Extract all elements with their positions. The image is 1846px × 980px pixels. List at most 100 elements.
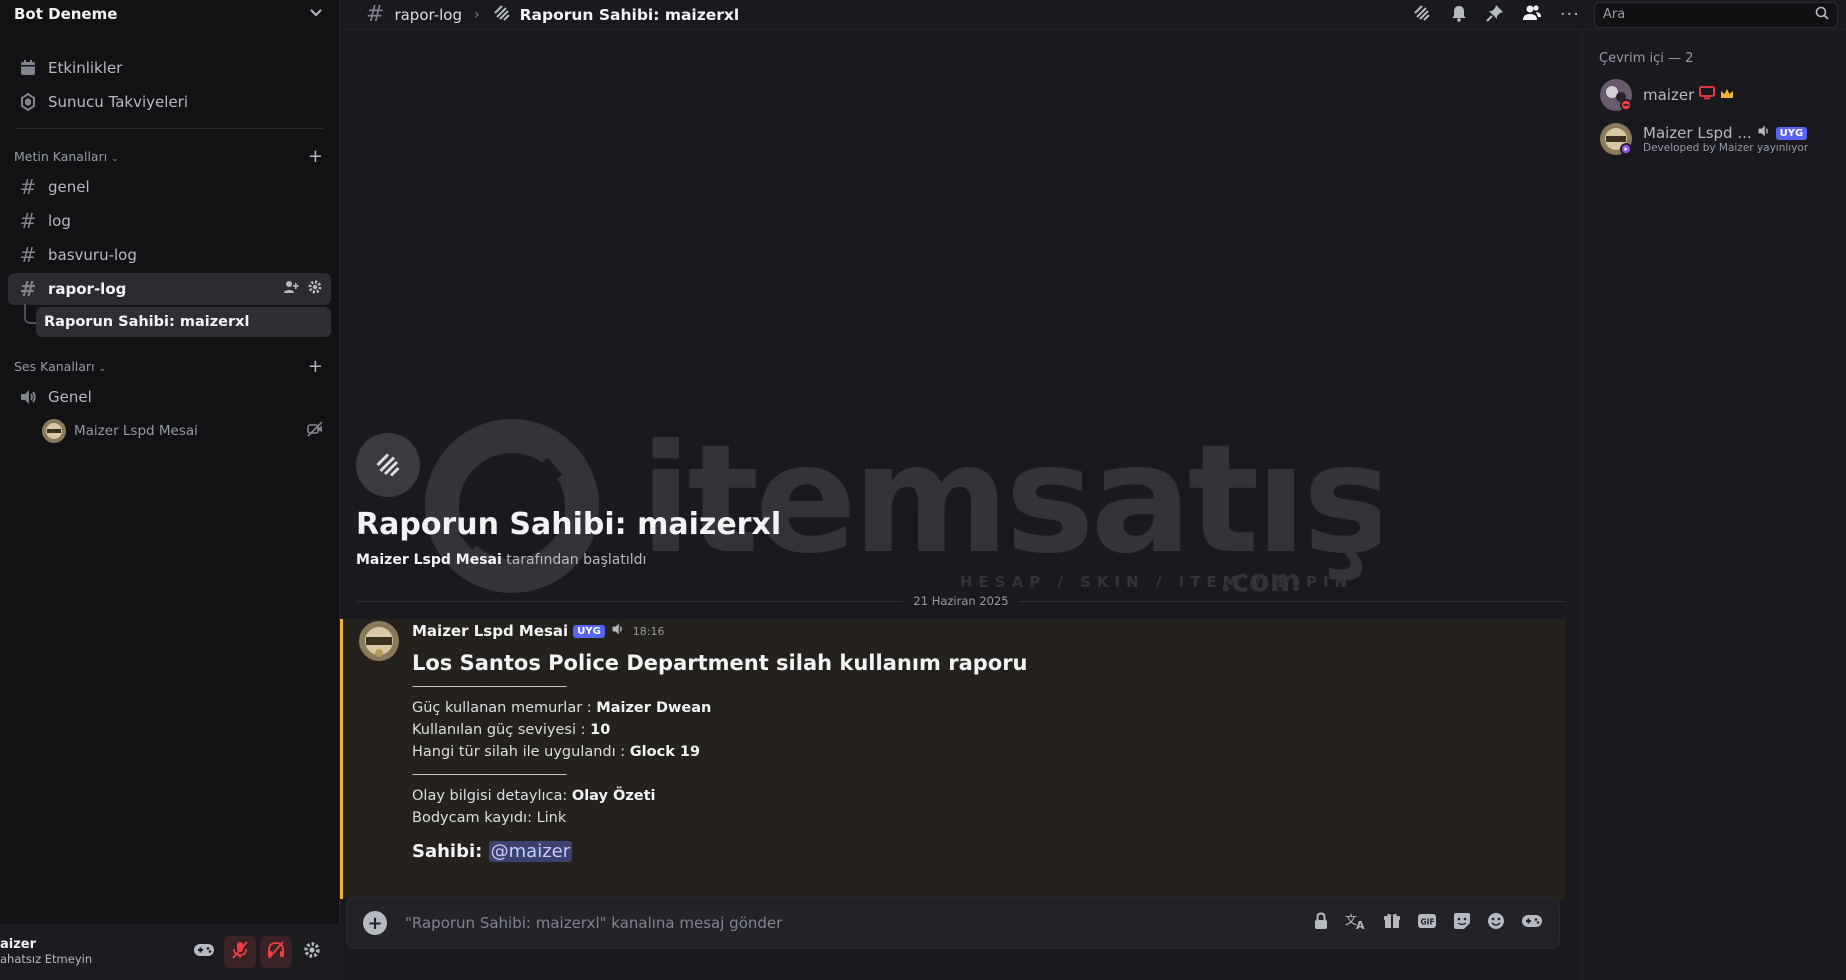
member-item[interactable]: Maizer Lspd ... UYG Developed by Maizer …: [1599, 118, 1830, 160]
hash-icon: #: [19, 209, 37, 233]
hash-icon: #: [366, 2, 385, 27]
bell-icon[interactable]: [1450, 4, 1468, 26]
gift-icon[interactable]: [1383, 912, 1401, 934]
message-row: Olay bilgisi detaylıca: Olay Özeti: [412, 785, 1550, 807]
composer-toolbar: 文A GIF: [1313, 912, 1543, 934]
channel-basvuru-log[interactable]: # basvuru-log: [8, 239, 331, 271]
message-composer: + 文A GIF: [346, 897, 1560, 949]
voice-user-item[interactable]: Maizer Lspd Mesai: [40, 415, 331, 447]
channel-label: genel: [48, 178, 90, 196]
activities-button[interactable]: [188, 936, 220, 968]
message-rule: ——————————————: [412, 679, 567, 693]
message-rule: ——————————————: [412, 767, 567, 781]
add-channel-icon[interactable]: +: [308, 146, 323, 167]
hash-icon: #: [19, 277, 37, 301]
user-status: ahatsız Etmeyin: [0, 952, 93, 966]
app-badge: UYG: [573, 624, 605, 638]
gif-label: GIF: [1421, 918, 1435, 927]
thread-connector: [24, 304, 36, 324]
server-name: Bot Deneme: [14, 5, 118, 23]
gif-icon[interactable]: GIF: [1417, 912, 1437, 934]
threads-icon[interactable]: [1412, 3, 1432, 27]
pin-icon[interactable]: [1486, 4, 1504, 26]
thread-icon: [492, 3, 512, 27]
message-item[interactable]: Maizer Lspd Mesai UYG 18:16 Los Santos P…: [340, 619, 1566, 899]
row-label: Güç kullanan memurlar :: [412, 700, 597, 716]
user-info[interactable]: aizer ahatsız Etmeyin: [0, 937, 184, 967]
calendar-icon: [16, 59, 40, 77]
translate-icon[interactable]: 文A: [1345, 912, 1367, 934]
thread-icon: [356, 433, 420, 497]
emoji-icon[interactable]: [1487, 912, 1505, 934]
row-value: 10: [590, 722, 611, 738]
gamepad-icon[interactable]: [1521, 913, 1543, 933]
row-label: Hangi tür silah ile uygulandı :: [412, 744, 630, 760]
sticker-icon[interactable]: [1453, 912, 1471, 934]
thread-item-raporun-sahibi[interactable]: Raporun Sahibi: maizerxl: [36, 307, 331, 337]
row-value: Olay Özeti: [571, 788, 656, 804]
speaker-icon: [16, 388, 40, 406]
lock-icon[interactable]: [1313, 912, 1329, 934]
member-list: Çevrim içi — 2 maizer Maizer Lspd ... UY…: [1582, 31, 1846, 980]
user-mention[interactable]: @maizer: [488, 841, 573, 862]
avatar: [1599, 122, 1633, 156]
category-voice-channels[interactable]: Ses Kanalları ⌄ +: [8, 353, 331, 379]
thread-started-by: Maizer Lspd Mesai tarafından başlatıldı: [356, 552, 781, 568]
message-owner: Sahibi: @maizer: [412, 841, 1550, 862]
chevron-down-icon: ⌄: [111, 153, 119, 164]
sidebar-item-boosts[interactable]: Sunucu Takviyeleri: [8, 86, 331, 118]
search-input[interactable]: [1603, 7, 1815, 22]
category-label: Metin Kanalları: [14, 148, 108, 164]
channel-genel[interactable]: # genel: [8, 171, 331, 203]
undeafen-button[interactable]: [260, 936, 292, 968]
member-group-header: Çevrim içi — 2: [1599, 51, 1694, 66]
row-value: Maizer Dwean: [596, 700, 712, 716]
gamepad-icon: [193, 942, 215, 962]
channel-label: basvuru-log: [48, 246, 137, 264]
owner-label: Sahibi:: [412, 841, 483, 862]
search-box[interactable]: [1594, 1, 1838, 28]
date-separator: 21 Haziran 2025: [356, 594, 1567, 608]
breadcrumb-separator: ›: [473, 6, 480, 23]
category-label: Ses Kanalları: [14, 358, 95, 374]
channel-rapor-log[interactable]: # rapor-log: [8, 273, 331, 305]
message-author[interactable]: Maizer Lspd Mesai: [412, 622, 568, 640]
user-settings-button[interactable]: [296, 936, 328, 968]
speaker-icon: [611, 622, 625, 640]
screen-share-icon: [1699, 86, 1716, 104]
message-timestamp: 18:16: [632, 624, 665, 638]
chevron-down-icon[interactable]: [309, 5, 323, 23]
message-pane: itemsatış HESAP / SKIN / ITEM / E-PIN .c…: [340, 31, 1582, 980]
breadcrumb-channel-label: rapor-log: [394, 5, 462, 24]
header-toolbar: ···: [1412, 3, 1580, 27]
category-text-channels[interactable]: Metin Kanalları ⌄ +: [8, 143, 331, 169]
thread-start: Raporun Sahibi: maizerxl Maizer Lspd Mes…: [356, 433, 781, 568]
more-icon[interactable]: ···: [1560, 4, 1580, 25]
thread-starter[interactable]: Maizer Lspd Mesai: [356, 552, 502, 568]
sidebar-item-events[interactable]: Etkinlikler: [8, 52, 331, 84]
message-body: Maizer Lspd Mesai UYG 18:16 Los Santos P…: [412, 619, 1550, 862]
member-item[interactable]: maizer: [1599, 74, 1830, 116]
invite-icon[interactable]: [283, 279, 299, 299]
breadcrumb-channel[interactable]: # rapor-log: [366, 2, 462, 27]
thread-label: Raporun Sahibi: maizerxl: [44, 314, 250, 330]
svg-text:A: A: [1356, 919, 1365, 930]
gear-icon[interactable]: [307, 279, 323, 299]
members-icon[interactable]: [1522, 4, 1542, 26]
divider: [356, 600, 904, 602]
message-header: Maizer Lspd Mesai UYG 18:16: [412, 619, 1550, 643]
add-channel-icon[interactable]: +: [308, 356, 323, 377]
channel-log[interactable]: # log: [8, 205, 331, 237]
boost-icon: [16, 93, 40, 111]
search-icon[interactable]: [1815, 6, 1829, 24]
server-header[interactable]: Bot Deneme: [0, 0, 339, 28]
add-attachment-button[interactable]: +: [363, 911, 387, 935]
stream-off-icon: [307, 421, 323, 441]
divider: [16, 128, 323, 129]
avatar[interactable]: [359, 621, 399, 661]
unmute-button[interactable]: [224, 936, 256, 968]
row-value: Link: [536, 810, 567, 826]
message-input[interactable]: [405, 914, 1313, 932]
message-row: Hangi tür silah ile uygulandı : Glock 19: [412, 741, 1550, 763]
voice-channel-genel[interactable]: Genel: [8, 381, 331, 413]
